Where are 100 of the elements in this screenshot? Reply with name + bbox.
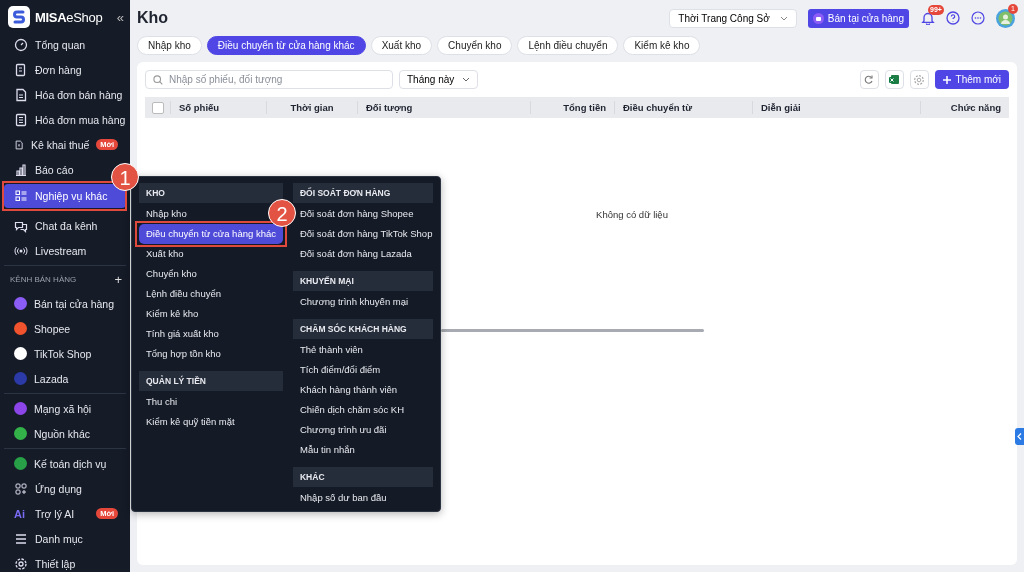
menu-item[interactable]: Nhập kho	[146, 204, 187, 224]
menu-item[interactable]: Chuyển kho	[146, 264, 197, 284]
settings-icon	[14, 556, 28, 571]
sidebar-item[interactable]: Hóa đơn bán hàng	[4, 82, 130, 107]
menu-item[interactable]: Điều chuyển từ cửa hàng khác	[139, 224, 283, 244]
column-header: Tổng tiền	[530, 101, 614, 114]
menu-item[interactable]: Nhập số dư ban đầu	[299, 488, 387, 508]
menu-section-heading: QUẢN LÝ TIỀN	[139, 371, 283, 391]
item-label: Thiết lập	[35, 557, 76, 570]
spreadsheet-icon	[888, 73, 901, 86]
item-label: Lazada	[34, 372, 69, 385]
column-header: Chức năng	[920, 101, 1009, 114]
sidebar-item[interactable]: Bán tại cửa hàng	[4, 291, 122, 316]
more-icon[interactable]	[971, 11, 985, 25]
chart-icon	[14, 162, 28, 177]
document-icon	[14, 62, 28, 77]
section-heading: KÊNH BÁN HÀNG	[10, 275, 77, 284]
sidebar-item[interactable]: Thiết lập	[4, 551, 84, 572]
menu-item[interactable]: Chương trình khuyến mại	[299, 292, 409, 312]
avatar-icon[interactable]	[996, 8, 1015, 28]
scrollbar[interactable]	[441, 329, 704, 332]
item-label: Báo cáo	[35, 163, 74, 176]
menu-item[interactable]: Mẫu tin nhắn	[299, 440, 355, 460]
menu-item[interactable]: Tích điểm/đổi điểm	[299, 360, 381, 380]
menu-item[interactable]: Đối soát đơn hàng TikTok Shop	[299, 224, 433, 244]
menu-item[interactable]: Tổng hợp tồn kho	[146, 344, 221, 364]
add-button[interactable]: +	[114, 272, 122, 287]
item-label: Livestream	[35, 244, 87, 257]
sidebar-item[interactable]: Lazada	[4, 366, 77, 391]
item-label: Chat đa kênh	[35, 219, 98, 232]
page-title: Kho	[137, 9, 169, 27]
menu-item[interactable]: Lệnh điều chuyển	[146, 284, 221, 304]
item-label: TikTok Shop	[34, 347, 92, 360]
apps-icon	[14, 481, 28, 496]
sidebar-item[interactable]: Mạng xã hội	[4, 396, 100, 421]
sidebar-item[interactable]: Nguồn khác	[4, 421, 99, 446]
help-icon[interactable]	[946, 11, 960, 25]
sidebar-item[interactable]: Chat đa kênh	[4, 213, 106, 238]
column-header: Điều chuyển từ	[614, 101, 752, 114]
settings-button[interactable]	[909, 70, 929, 89]
refresh-icon	[863, 73, 876, 86]
item-label: Ứng dụng	[35, 482, 82, 495]
menu-item[interactable]: Thẻ thành viên	[299, 340, 363, 360]
export-button[interactable]	[884, 70, 904, 89]
side-panel-handle[interactable]	[1015, 428, 1024, 445]
item-label: Trợ lý AI	[35, 507, 75, 520]
tab[interactable]: Điều chuyển từ cửa hàng khác	[206, 36, 366, 55]
pos-button[interactable]: Bán tại cửa hàng	[807, 8, 909, 28]
search-field[interactable]: Nhập số phiếu, đối tượng	[145, 70, 393, 89]
sidebar-item[interactable]: Shopee	[4, 316, 79, 341]
menu-item[interactable]: Xuất kho	[146, 244, 184, 264]
sidebar-item[interactable]: Tổng quan	[4, 32, 94, 57]
gauge-icon	[14, 37, 28, 52]
plus-icon	[942, 75, 951, 84]
add-new-button[interactable]: Thêm mới	[934, 70, 1009, 89]
sidebar-item[interactable]: Đơn hàng	[4, 57, 90, 82]
menu-item[interactable]: Chương trình ưu đãi	[299, 420, 387, 440]
menu-item[interactable]: Khách hàng thành viên	[299, 380, 398, 400]
item-label: Hóa đơn bán hàng	[35, 88, 123, 101]
item-label: Nguồn khác	[34, 427, 91, 440]
menu-item[interactable]: Chiến dịch chăm sóc KH	[299, 400, 404, 420]
item-label: Đơn hàng	[35, 63, 82, 76]
empty-message: Không có dữ liệu	[596, 209, 668, 220]
sidebar-item[interactable]: Nghiệp vụ khác	[4, 184, 126, 208]
tab[interactable]: Kiểm kê kho	[623, 36, 701, 55]
menu-item[interactable]: Kiểm kê quỹ tiền mặt	[146, 412, 235, 432]
item-label: Shopee	[34, 322, 71, 335]
sidebar-item[interactable]: Danh mục	[4, 526, 91, 551]
sidebar-item[interactable]: Ứng dụng	[4, 476, 90, 501]
sidebar-item[interactable]: Báo cáo	[4, 157, 82, 182]
menu-section-heading: CHĂM SÓC KHÁCH HÀNG	[292, 319, 433, 339]
select-all-checkbox[interactable]	[152, 101, 164, 114]
document-icon	[14, 87, 28, 102]
store-select[interactable]: Thời Trang Công Sở	[669, 8, 797, 28]
menu-item[interactable]: Tính giá xuất kho	[146, 324, 219, 344]
settings-icon	[913, 73, 926, 86]
menu-item[interactable]: Thu chi	[146, 392, 178, 412]
menu-section-heading: KHÁC	[292, 467, 433, 487]
tab[interactable]: Nhập kho	[137, 36, 202, 55]
period-select[interactable]: Tháng này	[399, 70, 479, 89]
refresh-button[interactable]	[859, 70, 879, 89]
item-label: Danh mục	[35, 532, 83, 545]
menu-item[interactable]: Đối soát đơn hàng Lazada	[299, 244, 412, 264]
menu-item[interactable]: Đối soát đơn hàng Shopee	[299, 204, 414, 224]
document-icon	[14, 137, 24, 152]
bell-icon[interactable]	[921, 11, 935, 25]
sidebar-item[interactable]: Hóa đơn mua hàng	[4, 107, 130, 132]
menu-section-heading: ĐỐI SOÁT ĐƠN HÀNG	[292, 183, 433, 203]
tab[interactable]: Lệnh điều chuyển	[517, 36, 619, 55]
sidebar-item[interactable]: Livestream	[4, 238, 95, 263]
tab[interactable]: Xuất kho	[370, 36, 433, 55]
column-header: Thời gian	[266, 101, 357, 114]
collapse-button[interactable]: «	[116, 9, 124, 25]
tab[interactable]: Chuyển kho	[437, 36, 513, 55]
menu-item[interactable]: Kiểm kê kho	[146, 304, 199, 324]
list-icon	[14, 531, 28, 546]
sidebar-item[interactable]: Kế toán dịch vụ	[4, 451, 115, 476]
ai-icon: Ai	[14, 507, 28, 520]
sidebar-item[interactable]: TikTok Shop	[4, 341, 100, 366]
item-label: Mạng xã hội	[34, 402, 92, 415]
